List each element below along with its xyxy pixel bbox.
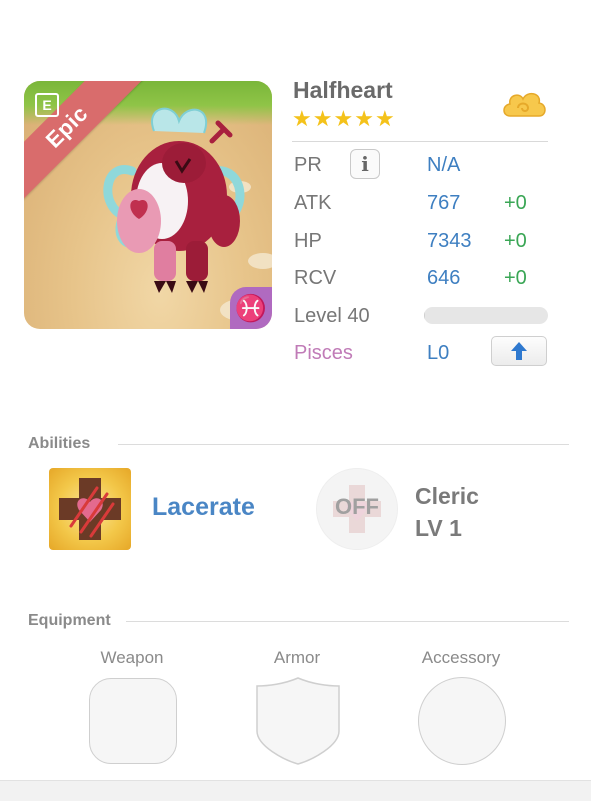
pr-value: N/A bbox=[427, 154, 461, 176]
zodiac-sign-level: L0 bbox=[427, 342, 450, 364]
star-icon: ★ bbox=[333, 106, 354, 131]
header-divider bbox=[292, 141, 548, 142]
level-label: Level 40 bbox=[294, 305, 370, 327]
monster-portrait[interactable]: Epic E ♓ bbox=[24, 81, 272, 329]
abilities-divider bbox=[118, 444, 569, 445]
level-progress-fill bbox=[424, 307, 426, 324]
level-progress-bar bbox=[424, 307, 548, 324]
equipment-divider bbox=[126, 621, 569, 622]
pisces-zodiac-icon: ♓ bbox=[230, 287, 272, 329]
armor-slot-label: Armor bbox=[273, 648, 321, 667]
weapon-slot[interactable] bbox=[89, 678, 177, 764]
pr-label: PR bbox=[294, 154, 322, 176]
abilities-section-title: Abilities bbox=[28, 435, 91, 452]
star-icon: ★ bbox=[354, 106, 374, 131]
star-rating: ★ ★ ★ ★ ★ bbox=[292, 107, 395, 131]
star-icon: ★ bbox=[374, 106, 395, 131]
cleric-ability-name: Cleric bbox=[415, 483, 479, 509]
star-icon: ★ bbox=[312, 106, 333, 131]
armor-slot[interactable] bbox=[254, 676, 342, 766]
rcv-label: RCV bbox=[294, 267, 337, 289]
cloud-emblem-icon[interactable] bbox=[500, 86, 548, 126]
bottom-edge-bar bbox=[0, 780, 591, 801]
calendar-icon: E bbox=[35, 93, 59, 117]
arrow-up-icon bbox=[511, 342, 527, 360]
calendar-icon-glyph: E bbox=[42, 97, 52, 113]
pr-info-button[interactable]: i bbox=[350, 149, 380, 179]
star-icon: ★ bbox=[292, 106, 312, 131]
accessory-slot-label: Accessory bbox=[421, 648, 501, 667]
monster-name: Halfheart bbox=[293, 77, 393, 103]
rcv-value: 646 bbox=[427, 267, 461, 289]
hp-label: HP bbox=[294, 230, 322, 252]
zodiac-sign-label: Pisces bbox=[294, 342, 353, 364]
claw-cross-icon bbox=[59, 478, 121, 540]
cleric-ability-level: LV 1 bbox=[415, 515, 462, 541]
monster-art bbox=[103, 107, 245, 293]
hp-bonus: +0 bbox=[504, 230, 527, 252]
accessory-slot[interactable] bbox=[418, 677, 506, 765]
equipment-section-title: Equipment bbox=[28, 612, 111, 629]
hp-value: 7343 bbox=[427, 230, 472, 252]
info-icon: i bbox=[361, 152, 369, 176]
cleric-off-label: OFF bbox=[335, 494, 379, 519]
lacerate-ability-icon[interactable] bbox=[49, 468, 131, 550]
atk-label: ATK bbox=[294, 192, 332, 214]
atk-value: 767 bbox=[427, 192, 461, 214]
atk-bonus: +0 bbox=[504, 192, 527, 214]
zodiac-upgrade-button[interactable] bbox=[491, 336, 547, 366]
lacerate-ability-name[interactable]: Lacerate bbox=[152, 493, 255, 522]
rcv-bonus: +0 bbox=[504, 267, 527, 289]
weapon-slot-label: Weapon bbox=[100, 648, 164, 667]
zodiac-glyph: ♓ bbox=[234, 292, 268, 323]
